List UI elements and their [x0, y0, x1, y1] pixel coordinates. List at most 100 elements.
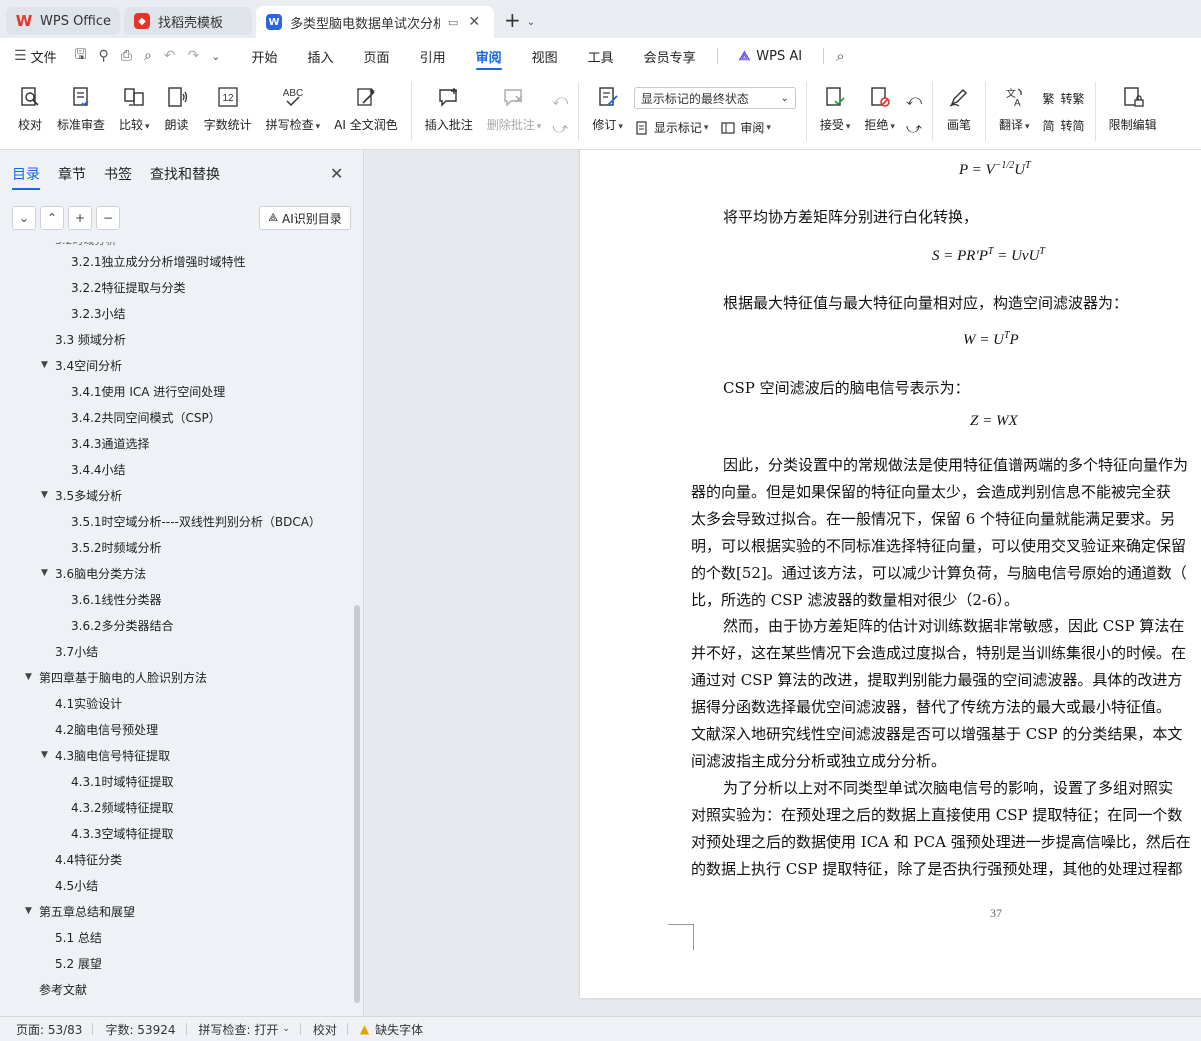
menu-membership[interactable]: 会员专享 [629, 38, 711, 74]
read-aloud-button[interactable]: 朗读 [157, 74, 197, 149]
display-mode-select[interactable]: 显示标记的最终状态 ⌄ [633, 87, 796, 109]
toc-item[interactable]: 3.5.1时空域分析----双线性判别分析（BDCA） [71, 508, 321, 534]
toc-item[interactable]: 4.4特征分类 [55, 846, 122, 872]
menu-layout[interactable]: 页面 [349, 38, 405, 74]
chevron-down-icon[interactable]: ⌄ [12, 206, 36, 230]
toc-item[interactable]: 3.5多域分析 [55, 482, 122, 508]
missing-font-indicator[interactable]: ▲ 缺失字体 [360, 1021, 423, 1038]
spell-check-indicator[interactable]: 拼写检查: 打开 ⌄ [199, 1021, 290, 1038]
toc-item[interactable]: 3.4空间分析 [55, 352, 122, 378]
toc-item[interactable]: 5.1 总结 [55, 924, 102, 950]
toc-item[interactable]: 4.1实验设计 [55, 690, 122, 716]
tab-find-replace[interactable]: 查找和替换 [150, 164, 220, 190]
toc-item[interactable]: 4.3.3空域特征提取 [71, 820, 174, 846]
toc-item[interactable]: 3.6.2多分类器结合 [71, 612, 174, 638]
toc-item[interactable]: 4.3.1时域特征提取 [71, 768, 174, 794]
tab-wps-office[interactable]: W WPS Office [6, 7, 120, 35]
toc-item[interactable]: 3.4.2共同空间模式（CSP） [71, 404, 221, 430]
previous-change-icon[interactable]: ⤺ [906, 91, 922, 109]
chevron-down-icon[interactable]: ▼ [25, 906, 32, 916]
next-comment-icon[interactable]: ⤻ [552, 119, 568, 137]
pen-button[interactable]: 画笔 [939, 74, 979, 149]
menu-insert[interactable]: 插入 [293, 38, 349, 74]
menu-references[interactable]: 引用 [405, 38, 461, 74]
toc-item[interactable]: 3.7小结 [55, 638, 98, 664]
search-icon[interactable]: ⌕ [830, 47, 850, 65]
undo-icon[interactable]: ↶ [158, 48, 182, 64]
tab-bookmarks[interactable]: 书签 [104, 164, 132, 190]
minus-icon[interactable]: − [96, 206, 120, 230]
toc-item[interactable]: 3.4.3通道选择 [71, 430, 150, 456]
tab-toc[interactable]: 目录 [12, 164, 40, 190]
toc-item[interactable]: 4.2脑电信号预处理 [55, 716, 158, 742]
menu-wps-ai[interactable]: ⟁ WPS AI [724, 38, 817, 74]
menu-review[interactable]: 审阅 [461, 38, 517, 74]
tab-docer[interactable]: ◆ 找稻壳模板 [124, 7, 252, 35]
to-traditional-button[interactable]: 繁 转繁 [1041, 90, 1085, 107]
previous-comment-icon[interactable]: ⤺ [552, 91, 568, 109]
word-count-button[interactable]: 12 字数统计 [197, 74, 259, 149]
to-simplified-button[interactable]: 简 转简 [1041, 117, 1085, 134]
chevron-down-icon[interactable]: ▼ [25, 672, 32, 682]
toc-item[interactable]: 3.4.4小结 [71, 456, 126, 482]
word-count-indicator[interactable]: 字数: 53924 [105, 1021, 175, 1038]
show-markup-button[interactable]: 显示标记 ▾ [634, 119, 708, 136]
menu-home[interactable]: 开始 [237, 38, 293, 74]
print-icon[interactable]: ⎙ [115, 48, 138, 64]
toc-item[interactable]: 4.5小结 [55, 872, 98, 898]
review-pane-button[interactable]: 审阅 ▾ [720, 119, 771, 136]
toc-item[interactable]: 第五章总结和展望 [39, 898, 135, 924]
toc-item[interactable]: 4.3脑电信号特征提取 [55, 742, 170, 768]
revise-button[interactable]: 修订 ▾ [585, 74, 630, 149]
plus-icon[interactable]: + [68, 206, 92, 230]
menu-view[interactable]: 视图 [517, 38, 573, 74]
hamburger-icon[interactable]: ☰ [14, 48, 31, 64]
new-tab-icon[interactable]: + [498, 8, 527, 32]
toc-item[interactable]: 3.3 频域分析 [55, 326, 126, 352]
toc-item[interactable]: 3.6脑电分类方法 [55, 560, 146, 586]
menu-file[interactable]: 文件 [31, 47, 57, 66]
chevron-down-icon[interactable]: ⌄ [527, 17, 535, 28]
accept-button[interactable]: 接受 ▾ [813, 74, 858, 149]
chevron-down-icon[interactable]: ▼ [41, 360, 48, 370]
close-icon[interactable]: ✕ [330, 164, 343, 183]
standard-review-button[interactable]: 标准审查 [50, 74, 112, 149]
ai-polish-button[interactable]: AI 全文润色 [327, 74, 405, 149]
save-icon[interactable]: 🖫 [69, 44, 93, 68]
toc-item[interactable]: 5.2 展望 [55, 950, 102, 976]
translate-button[interactable]: 文A 翻译 ▾ [992, 74, 1037, 149]
delete-comment-button[interactable]: 删除批注 ▾ [480, 74, 549, 149]
toc-item[interactable]: 第四章基于脑电的人脸识别方法 [39, 664, 207, 690]
ai-toc-button[interactable]: ⟁ AI识别目录 [259, 206, 351, 230]
toc-item[interactable]: 3.5.2时频域分析 [71, 534, 162, 560]
toc-item[interactable]: 4.3.2频域特征提取 [71, 794, 174, 820]
menu-tools[interactable]: 工具 [573, 38, 629, 74]
print-preview-icon[interactable]: ⌕ [138, 48, 158, 64]
toc-item[interactable]: 3.2.1独立成分分析增强时域特性 [71, 248, 246, 274]
chevron-down-icon[interactable]: ▼ [41, 750, 48, 760]
toc-item[interactable]: 3.6.1线性分类器 [71, 586, 162, 612]
chevron-down-icon[interactable]: ▼ [41, 490, 48, 500]
proof-indicator[interactable]: 校对 [313, 1021, 337, 1038]
document-page[interactable]: P = V−1/2UT 将平均协方差矩阵分别进行白化转换， S = PR′PT … [580, 150, 1201, 998]
spell-check-button[interactable]: ABC 拼写检查 ▾ [259, 74, 328, 149]
compare-button[interactable]: 比较 ▾ [112, 74, 157, 149]
next-change-icon[interactable]: ⤻ [906, 119, 922, 137]
chevron-up-icon[interactable]: ⌃ [40, 206, 64, 230]
toc-item[interactable]: 3.4.1使用 ICA 进行空间处理 [71, 378, 225, 404]
redo-icon[interactable]: ↷ [182, 48, 206, 64]
restrict-edit-button[interactable]: 限制编辑 [1102, 74, 1164, 149]
close-icon[interactable]: ✕ [468, 14, 480, 30]
toc-item[interactable]: 3.2.3小结 [71, 300, 126, 326]
chevron-down-icon[interactable]: ⌄ [205, 50, 226, 63]
proofread-button[interactable]: 校对 [10, 74, 50, 149]
insert-comment-button[interactable]: 插入批注 [418, 74, 480, 149]
chevron-down-icon[interactable]: ▼ [41, 568, 48, 578]
export-icon[interactable]: ⚲ [93, 48, 115, 64]
monitor-icon[interactable]: ▭ [448, 16, 458, 29]
tab-document[interactable]: W 多类型脑电数据单试次分析的 ▭ ✕ [256, 6, 494, 38]
toc-item[interactable]: 3.2.2特征提取与分类 [71, 274, 186, 300]
reject-button[interactable]: 拒绝 ▾ [857, 74, 902, 149]
toc-item[interactable]: 参考文献 [39, 976, 87, 1002]
page-indicator[interactable]: 页面: 53/83 [16, 1021, 82, 1038]
